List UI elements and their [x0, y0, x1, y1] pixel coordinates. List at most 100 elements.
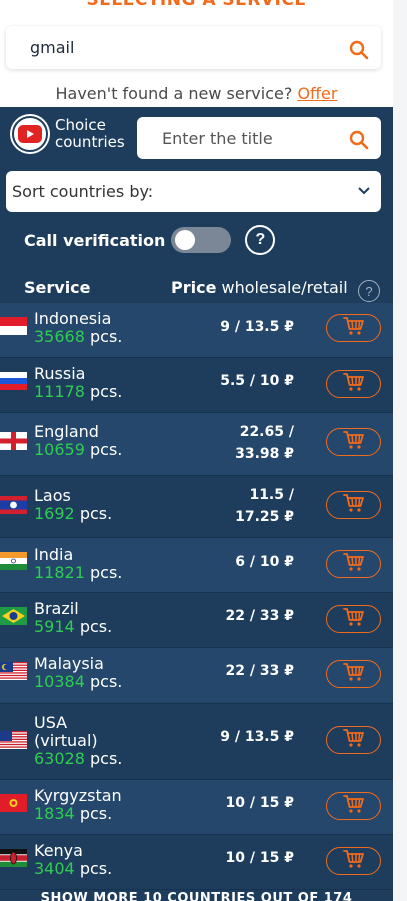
flag-kg-icon [0, 794, 27, 812]
country-row[interactable]: India 11821 pcs. 6 / 10 ₽ [0, 538, 393, 593]
pcs-label: pcs. [79, 504, 113, 523]
country-count-line: 10659 pcs. [34, 441, 122, 459]
country-name-block: Indonesia 35668 pcs. [34, 310, 122, 346]
country-name-block: India 11821 pcs. [34, 546, 122, 582]
chevron-down-icon [358, 187, 370, 195]
help-icon[interactable]: ? [245, 225, 276, 255]
buy-cart-button[interactable] [326, 605, 381, 633]
youtube-icon [12, 116, 48, 152]
country-count: 11821 [34, 563, 85, 582]
country-price: 11.5 / 17.25 ₽ [235, 487, 294, 525]
country-count: 10384 [34, 672, 85, 691]
country-name-block: Russia 11178 pcs. [34, 365, 122, 401]
service-search-value: gmail [30, 38, 75, 57]
country-price: 10 / 15 ₽ [225, 795, 294, 811]
country-count: 63028 [34, 749, 85, 768]
cart-icon [342, 662, 365, 687]
pcs-label: pcs. [90, 563, 123, 582]
country-row[interactable]: Brazil 5914 pcs. 22 / 33 ₽ [0, 593, 393, 648]
buy-cart-button[interactable] [326, 660, 381, 688]
pcs-label: pcs. [79, 617, 113, 636]
country-count: 1692 [34, 504, 75, 523]
pcs-label: pcs. [90, 382, 123, 401]
country-count: 35668 [34, 327, 85, 346]
buy-cart-button[interactable] [326, 491, 381, 519]
country-name: India [34, 545, 74, 564]
call-verification-toggle[interactable] [171, 227, 232, 253]
retail-price: 10 ₽ [259, 554, 294, 570]
country-name: England [34, 422, 99, 441]
country-row[interactable]: England 10659 pcs. 22.65 / 33.98 ₽ [0, 413, 393, 476]
country-count: 11178 [34, 382, 85, 401]
country-row[interactable]: Indonesia 35668 pcs. 9 / 13.5 ₽ [0, 303, 393, 358]
cart-icon [342, 728, 365, 753]
country-count: 10659 [34, 440, 85, 459]
wholesale-price: 9 [220, 319, 230, 335]
buy-cart-button[interactable] [326, 428, 381, 456]
wholesale-price: 22.65 [239, 424, 284, 440]
flag-my-icon [0, 662, 27, 680]
country-name: Laos [34, 486, 71, 505]
sort-countries-select[interactable]: Sort countries by: [6, 171, 381, 212]
country-row[interactable]: Laos 1692 pcs. 11.5 / 17.25 ₽ [0, 476, 393, 538]
country-name: Brazil [34, 599, 79, 618]
country-count-line: 35668 pcs. [34, 328, 122, 346]
service-search-field[interactable]: gmail [6, 26, 381, 69]
call-verification-label: Call verification [24, 230, 166, 250]
flag-la-icon [0, 496, 27, 514]
country-name: Malaysia [34, 654, 104, 673]
country-count: 5914 [34, 617, 75, 636]
country-name: Russia [34, 364, 86, 383]
buy-cart-button[interactable] [326, 370, 381, 398]
search-icon[interactable] [349, 130, 369, 150]
flag-us-icon [0, 731, 27, 749]
country-count-line: 10384 pcs. [34, 673, 122, 691]
search-icon[interactable] [349, 40, 369, 60]
buy-cart-button[interactable] [326, 726, 381, 754]
buy-cart-button[interactable] [326, 550, 381, 578]
country-count-line: 5914 pcs. [34, 618, 112, 636]
country-name-block: England 10659 pcs. [34, 423, 122, 459]
country-row[interactable]: Russia 11178 pcs. 5.5 / 10 ₽ [0, 358, 393, 413]
offer-line: Haven't found a new service? Offer [0, 84, 393, 103]
country-count-line: 1692 pcs. [34, 505, 112, 523]
show-more-button[interactable]: SHOW MORE 10 COUNTRIES OUT OF 174 [0, 891, 393, 901]
country-row[interactable]: Malaysia 10384 pcs. 22 / 33 ₽ [0, 648, 393, 704]
offer-link[interactable]: Offer [297, 84, 337, 103]
country-count: 3404 [34, 859, 75, 878]
pcs-label: pcs. [90, 327, 123, 346]
flag-ru-icon [0, 372, 27, 390]
country-count: 1834 [34, 804, 75, 823]
price-help-icon[interactable]: ? [358, 280, 380, 302]
cart-icon [342, 372, 365, 397]
country-name: Kenya [34, 841, 83, 860]
country-count-line: 11821 pcs. [34, 564, 122, 582]
wholesale-price: 5.5 [220, 373, 246, 389]
country-name-block: Malaysia 10384 pcs. [34, 655, 122, 691]
country-row[interactable]: USA (virtual) 63028 pcs. 9 / 13.5 ₽ [0, 704, 393, 780]
country-title-input[interactable] [162, 128, 332, 148]
retail-price: 17.25 ₽ [235, 509, 294, 525]
page-gutter [393, 0, 407, 901]
country-name-block: Brazil 5914 pcs. [34, 600, 112, 636]
retail-price: 15 ₽ [259, 795, 294, 811]
country-row[interactable]: Kyrgyzstan 1834 pcs. 10 / 15 ₽ [0, 780, 393, 835]
buy-cart-button[interactable] [326, 847, 381, 875]
price-column-header: Price wholesale/retail [171, 278, 348, 297]
country-price: 5.5 / 10 ₽ [220, 373, 294, 389]
buy-cart-button[interactable] [326, 792, 381, 820]
country-name-block: Kenya 3404 pcs. [34, 842, 112, 878]
cart-icon [342, 607, 365, 632]
buy-cart-button[interactable] [326, 314, 381, 342]
cart-icon [342, 493, 365, 518]
country-row[interactable]: Kenya 3404 pcs. 10 / 15 ₽ [0, 835, 393, 890]
call-verification-row: Call verification ? [24, 225, 276, 255]
country-price: 9 / 13.5 ₽ [220, 319, 294, 335]
pcs-label: pcs. [90, 672, 123, 691]
flag-id-icon [0, 317, 27, 335]
country-title-field[interactable] [137, 117, 381, 159]
country-count-line: 1834 pcs. [34, 805, 122, 823]
offer-prefix: Haven't found a new service? [55, 84, 293, 103]
country-price: 22.65 / 33.98 ₽ [235, 424, 294, 462]
pcs-label: pcs. [90, 749, 123, 768]
